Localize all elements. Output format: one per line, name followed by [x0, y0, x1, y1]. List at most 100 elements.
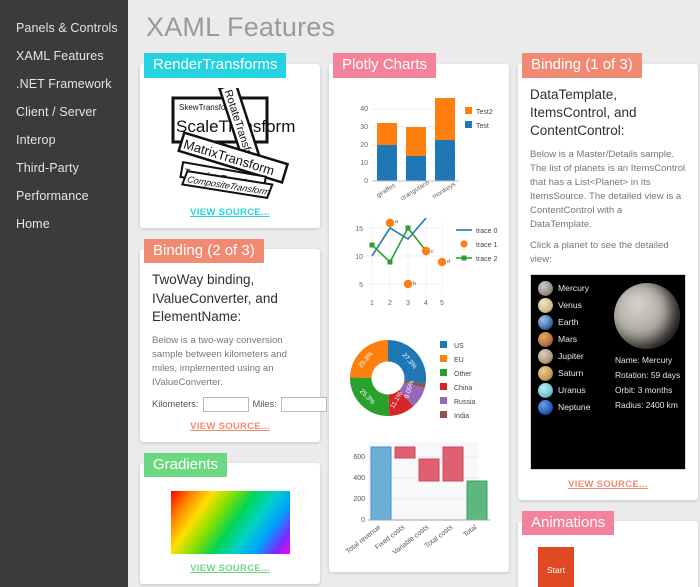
bar-fixed-costs [394, 446, 416, 459]
xtick-1: 1 [370, 300, 374, 307]
planet-detail-orbit: Orbit: 3 months [615, 384, 673, 395]
card-title: Plotly Charts [333, 53, 437, 78]
kilometers-input[interactable] [202, 396, 249, 412]
card-title: Binding (1 of 3) [522, 53, 642, 78]
legend-swatch-china [440, 382, 447, 390]
planet-label: Earth [558, 317, 579, 328]
planet-label: Saturn [558, 368, 584, 379]
column-middle: Plotly Charts 0 10 20 30 40 giraffes ora… [329, 53, 509, 572]
planet-item-uranus[interactable]: Uranus [535, 382, 609, 398]
sidebar-item-interop[interactable]: Interop [0, 126, 128, 154]
planet-icon-earth [538, 314, 553, 330]
bar-total-costs [442, 446, 464, 482]
planet-label: Neptune [558, 402, 591, 413]
view-source-link[interactable]: VIEW SOURCE... [152, 563, 308, 574]
xtick-3: 3 [406, 300, 410, 307]
ytick-600: 600 [353, 454, 365, 461]
view-source-link[interactable]: VIEW SOURCE... [152, 207, 308, 218]
planet-master-detail-panel: Mercury Venus Earth Mars Jupiter Saturn … [530, 273, 686, 470]
planet-icon-mars [538, 331, 553, 347]
sidebar-item-third-party[interactable]: Third-Party [0, 154, 128, 182]
xtick-4: 4 [424, 300, 428, 307]
chart-scatter-traces[interactable]: 15 10 5 1 2 3 4 5 a b c d trace 0 trace … [332, 211, 506, 320]
planet-item-earth[interactable]: Earth [535, 314, 609, 330]
sidebar-item-label: Performance [16, 189, 89, 203]
sidebar-item-client-server[interactable]: Client / Server [0, 98, 128, 126]
planet-label: Jupiter [558, 351, 584, 362]
planet-item-mercury[interactable]: Mercury [535, 280, 609, 296]
app-root: Panels & Controls XAML Features .NET Fra… [0, 0, 700, 587]
column-right: Binding (1 of 3) DataTemplate, ItemsCont… [518, 53, 698, 587]
legend-swatch-russia [440, 396, 447, 404]
sidebar-item-performance[interactable]: Performance [0, 182, 128, 210]
ytick-400: 400 [353, 475, 365, 482]
card-heading: TwoWay binding, IValueConverter, and Ele… [152, 272, 278, 324]
view-source-link[interactable]: VIEW SOURCE... [152, 421, 308, 432]
sidebar-item-label: Client / Server [16, 105, 97, 119]
ytick-20: 20 [360, 142, 368, 149]
ytick-15: 15 [355, 226, 363, 233]
legend-label-test2: Test2 [476, 109, 493, 116]
animation-stage: Start [530, 543, 686, 587]
card-body: VIEW SOURCE... [140, 463, 320, 585]
converter-row: Kilometers: Miles: [152, 396, 327, 412]
ytick-0: 0 [361, 517, 365, 524]
chart-donut-pie[interactable]: 27.3% 25.3% 25.3% 11.1% 9.05% US EU Othe… [332, 327, 506, 428]
sidebar-item-xaml-features[interactable]: XAML Features [0, 42, 128, 70]
point-label-b: b [413, 281, 416, 287]
miles-label: Miles: [252, 399, 277, 410]
chart-stacked-bar[interactable]: 0 10 20 30 40 giraffes orangutans monkey… [332, 83, 506, 204]
planet-label: Venus [558, 300, 582, 311]
planet-detail-image [614, 282, 680, 349]
xtick-2: 2 [388, 300, 392, 307]
bar-monkeys-test2 [435, 97, 455, 140]
planet-item-venus[interactable]: Venus [535, 297, 609, 313]
card-title: Binding (2 of 3) [144, 238, 264, 264]
gradient-swatch [170, 491, 290, 555]
planet-detail-radius: Radius: 2400 km [615, 399, 678, 410]
sidebar-item-label: XAML Features [16, 49, 104, 63]
bar-orangutans-test [406, 155, 426, 181]
view-source-link[interactable]: VIEW SOURCE... [530, 479, 686, 490]
start-animation-button[interactable]: Start [538, 547, 574, 587]
sidebar-item-net-framework[interactable]: .NET Framework [0, 70, 128, 98]
card-body: DataTemplate, ItemsControl, and ContentC… [518, 63, 698, 500]
planet-item-saturn[interactable]: Saturn [535, 365, 609, 381]
planet-item-jupiter[interactable]: Jupiter [535, 348, 609, 364]
sidebar-item-home[interactable]: Home [0, 210, 128, 238]
sidebar-item-label: Home [16, 217, 50, 231]
planet-icon-neptune [538, 399, 553, 415]
ytick-5: 5 [359, 282, 363, 289]
legend-label-eu: EU [454, 357, 464, 364]
point-label-c: c [431, 249, 434, 255]
card-hint: Click a planet to see the detailed view: [530, 239, 669, 265]
card-body: TwoWay binding, IValueConverter, and Ele… [140, 249, 327, 442]
legend-swatch-test2 [465, 106, 472, 114]
miles-input[interactable] [280, 396, 327, 412]
bar-orangutans-test2 [406, 126, 426, 156]
bar-giraffes-test [377, 144, 397, 181]
planet-item-mars[interactable]: Mars [535, 331, 609, 347]
card-body: 0 10 20 30 40 giraffes orangutans monkey… [329, 63, 509, 572]
sidebar-item-label: Interop [16, 133, 56, 147]
chart-waterfall[interactable]: 0 200 400 600 Total revenue Fixed costs … [332, 435, 506, 564]
ytick-40: 40 [360, 106, 368, 113]
card-body: SkewTransform ScaleTransform RotateTrans… [140, 63, 320, 228]
column-left: RenderTransforms SkewTransform ScaleTran… [140, 53, 327, 587]
bar-variable-costs [418, 458, 440, 482]
bar-total [466, 480, 488, 521]
render-transforms-illustration: SkewTransform ScaleTransform RotateTrans… [152, 87, 308, 199]
card-columns: RenderTransforms SkewTransform ScaleTran… [140, 53, 698, 587]
ytick-0: 0 [364, 178, 368, 185]
card-heading: DataTemplate, ItemsControl, and ContentC… [530, 86, 637, 139]
bar-giraffes-test2 [377, 122, 397, 145]
planet-icon-venus [538, 297, 553, 313]
transforms-svg: SkewTransform ScaleTransform RotateTrans… [171, 87, 295, 199]
chart-stack: 0 10 20 30 40 giraffes orangutans monkey… [332, 83, 506, 564]
planet-item-neptune[interactable]: Neptune [535, 399, 609, 415]
sidebar-item-panels-controls[interactable]: Panels & Controls [0, 14, 128, 42]
planet-list: Mercury Venus Earth Mars Jupiter Saturn … [535, 280, 609, 463]
xtick-5: 5 [440, 300, 444, 307]
page-title: XAML Features [146, 12, 336, 42]
kilometers-label: Kilometers: [152, 399, 199, 410]
